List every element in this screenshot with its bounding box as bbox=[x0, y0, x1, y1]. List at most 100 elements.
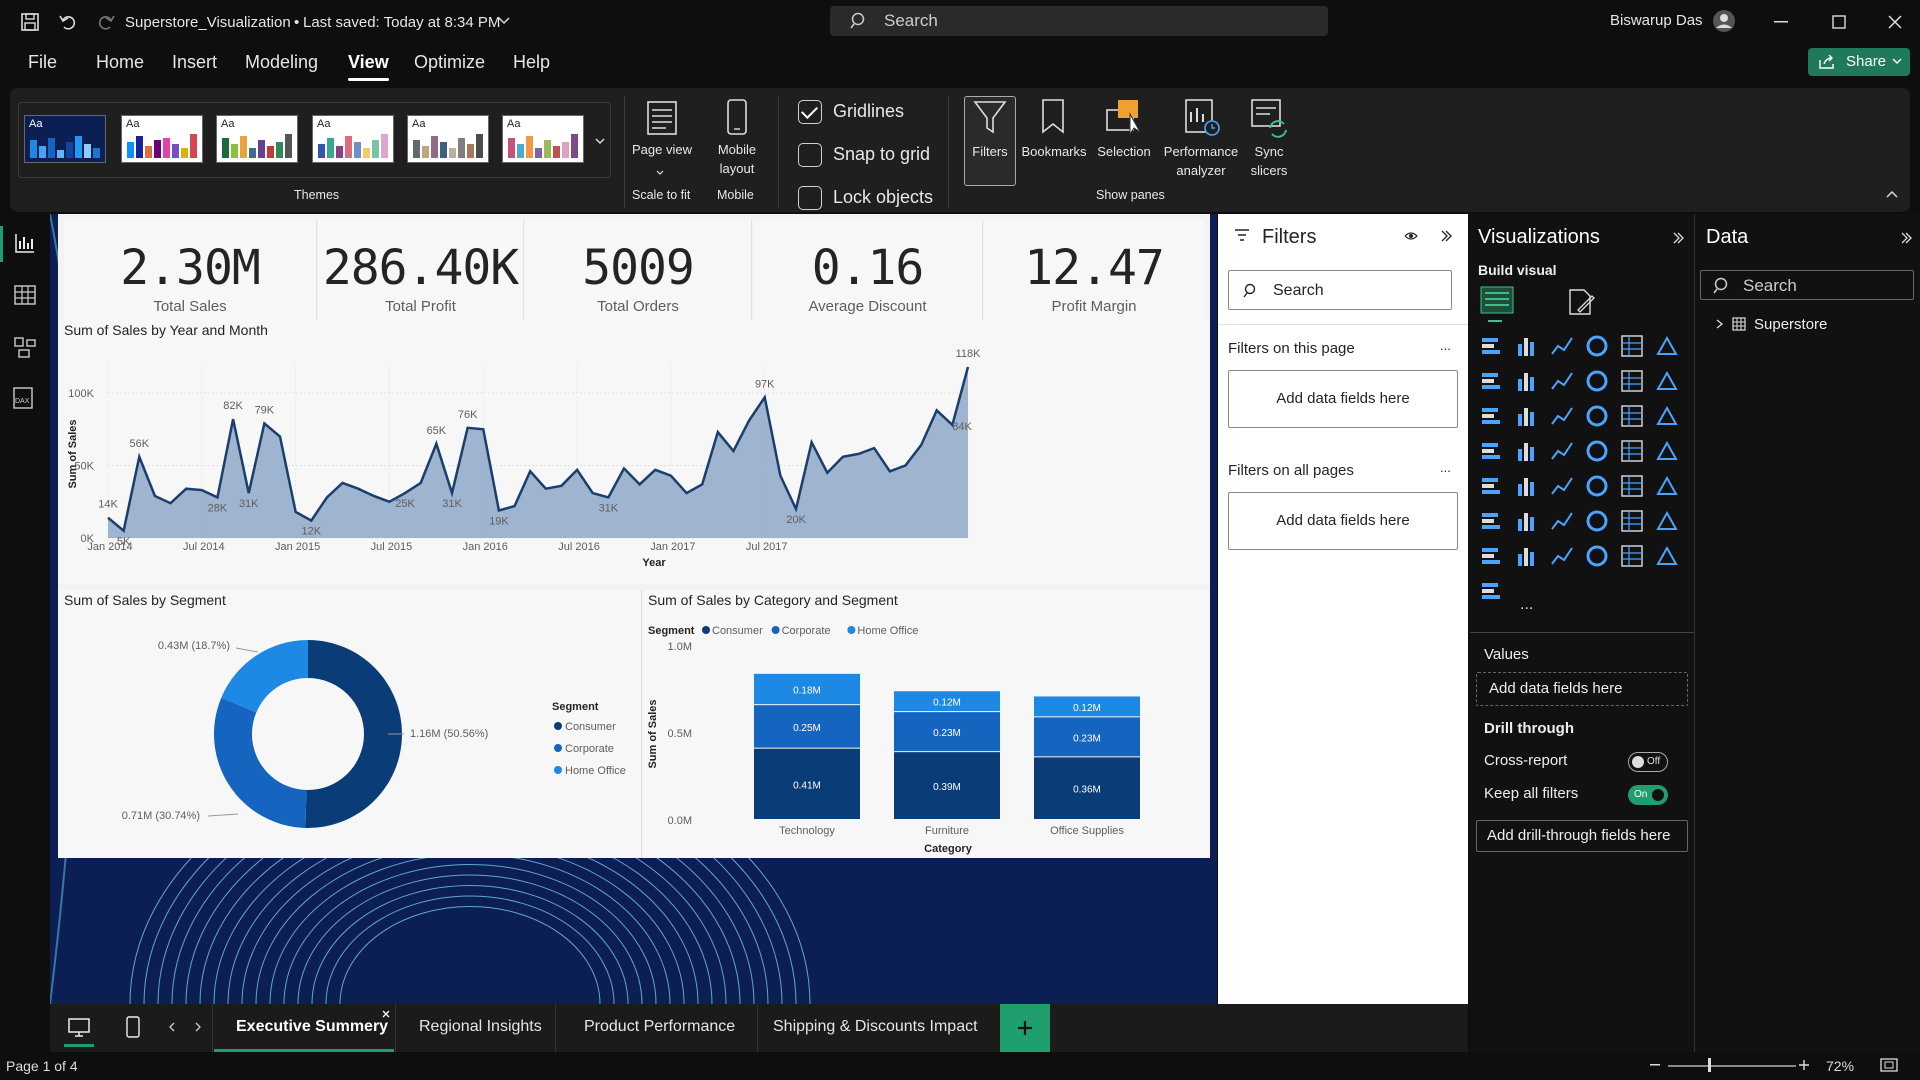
redo-icon[interactable] bbox=[96, 12, 116, 32]
table-view-icon[interactable] bbox=[14, 284, 36, 306]
bookmark-icon[interactable] bbox=[1040, 98, 1066, 136]
page-view-icon[interactable] bbox=[644, 100, 680, 136]
menu-help[interactable]: Help bbox=[513, 52, 550, 73]
menu-home[interactable]: Home bbox=[96, 52, 144, 73]
selection-icon[interactable] bbox=[1104, 98, 1144, 138]
100-column-icon[interactable] bbox=[1655, 334, 1679, 358]
more-options-icon[interactable]: ... bbox=[1440, 338, 1451, 353]
next-page-icon[interactable] bbox=[194, 1022, 202, 1032]
more-visuals-icon[interactable]: ... bbox=[1520, 596, 1533, 614]
menu-modeling[interactable]: Modeling bbox=[245, 52, 318, 73]
theme-thumb-5[interactable]: Aa bbox=[407, 115, 489, 163]
menu-view[interactable]: View bbox=[348, 52, 389, 81]
snap-to-grid-checkbox[interactable] bbox=[798, 143, 822, 167]
data-search[interactable]: Search bbox=[1700, 270, 1914, 300]
add-drill-through-field[interactable]: Add drill-through fields here bbox=[1476, 820, 1688, 852]
theme-thumb-1[interactable]: Aa bbox=[24, 115, 106, 163]
gridlines-checkbox[interactable] bbox=[798, 100, 822, 124]
zoom-in-icon[interactable] bbox=[1798, 1059, 1810, 1071]
filters-search[interactable]: Search bbox=[1228, 270, 1452, 310]
stacked-bar-icon[interactable] bbox=[1480, 334, 1504, 358]
collapse-ribbon-icon[interactable] bbox=[1886, 190, 1898, 198]
desktop-layout-icon[interactable] bbox=[68, 1018, 90, 1038]
clustered-column-icon[interactable] bbox=[1585, 334, 1609, 358]
themes-expand-icon[interactable] bbox=[595, 138, 605, 146]
maximize-icon[interactable] bbox=[1832, 15, 1846, 29]
kpi-card-average-discount[interactable]: 0.16 Average Discount bbox=[753, 220, 983, 332]
new-card-icon[interactable] bbox=[1620, 544, 1644, 568]
multi-row-card-icon[interactable] bbox=[1515, 474, 1539, 498]
treemap-icon[interactable] bbox=[1480, 439, 1504, 463]
lock-objects-checkbox[interactable] bbox=[798, 186, 822, 210]
kpi-icon[interactable] bbox=[1550, 474, 1574, 498]
kpi-card-total-sales[interactable]: 2.30M Total Sales bbox=[64, 220, 317, 332]
narrative-icon[interactable] bbox=[1655, 509, 1679, 533]
eye-icon[interactable] bbox=[1404, 230, 1418, 242]
ribbon-icon[interactable] bbox=[1655, 369, 1679, 393]
area-icon[interactable] bbox=[1515, 369, 1539, 393]
tab-regional-insights[interactable]: Regional Insights bbox=[419, 1018, 542, 1036]
100-bar-icon[interactable] bbox=[1620, 334, 1644, 358]
sync-slicers-button[interactable]: Sync slicers bbox=[1236, 142, 1302, 180]
menu-optimize[interactable]: Optimize bbox=[414, 52, 485, 73]
zoom-slider-thumb[interactable] bbox=[1708, 1058, 1711, 1072]
add-page-button[interactable] bbox=[1000, 1004, 1050, 1052]
undo-icon[interactable] bbox=[58, 12, 78, 32]
build-visual-tab-icon[interactable] bbox=[1480, 286, 1514, 316]
theme-thumb-6[interactable]: Aa bbox=[502, 115, 584, 163]
collapse-viz-icon[interactable] bbox=[1672, 232, 1684, 244]
zoom-slider[interactable] bbox=[1668, 1065, 1796, 1067]
table-superstore[interactable]: Superstore bbox=[1754, 316, 1827, 333]
metrics-icon[interactable] bbox=[1480, 544, 1504, 568]
keep-all-filters-toggle[interactable]: On bbox=[1628, 785, 1668, 805]
close-icon[interactable] bbox=[1888, 15, 1902, 29]
map-icon[interactable] bbox=[1515, 439, 1539, 463]
dax-query-view-icon[interactable]: DAX bbox=[12, 386, 38, 410]
report-view-icon[interactable] bbox=[14, 232, 36, 254]
paginated-icon[interactable] bbox=[1515, 544, 1539, 568]
power-automate-icon[interactable] bbox=[1585, 544, 1609, 568]
zoom-out-icon[interactable] bbox=[1650, 1064, 1660, 1068]
donut-icon[interactable] bbox=[1655, 404, 1679, 428]
table-icon[interactable] bbox=[1620, 474, 1644, 498]
add-page-filter-field[interactable]: Add data fields here bbox=[1228, 370, 1458, 428]
minimize-icon[interactable] bbox=[1774, 21, 1788, 23]
format-visual-tab-icon[interactable] bbox=[1566, 288, 1596, 318]
tab-shipping-discounts-impact[interactable]: Shipping & Discounts Impact bbox=[773, 1018, 978, 1036]
funnel-icon[interactable] bbox=[1550, 404, 1574, 428]
performance-analyzer-button[interactable]: Performance analyzer bbox=[1158, 142, 1244, 180]
menu-file[interactable]: File bbox=[28, 52, 57, 73]
diamond-icon[interactable] bbox=[1655, 544, 1679, 568]
theme-thumb-3[interactable]: Aa bbox=[216, 115, 298, 163]
power-apps-icon[interactable] bbox=[1550, 544, 1574, 568]
kpi-card-total-profit[interactable]: 286.40K Total Profit bbox=[318, 220, 524, 332]
matrix-icon[interactable] bbox=[1655, 474, 1679, 498]
file-name[interactable]: Superstore_Visualization bbox=[125, 14, 291, 31]
scatter-icon[interactable] bbox=[1585, 404, 1609, 428]
r-script-icon[interactable] bbox=[1480, 509, 1504, 533]
model-view-icon[interactable] bbox=[14, 336, 36, 358]
share-button[interactable]: Share bbox=[1808, 48, 1910, 76]
key-influencers-icon[interactable] bbox=[1550, 509, 1574, 533]
azure-map-icon[interactable] bbox=[1620, 439, 1644, 463]
mobile-layout-icon[interactable] bbox=[126, 1016, 140, 1038]
pie-icon[interactable] bbox=[1620, 404, 1644, 428]
cross-report-toggle[interactable]: Off bbox=[1628, 752, 1668, 772]
close-tab-icon[interactable] bbox=[382, 1010, 390, 1018]
performance-analyzer-icon[interactable] bbox=[1182, 98, 1222, 138]
funnel-2-icon[interactable] bbox=[1515, 404, 1539, 428]
100-area-icon[interactable] bbox=[1585, 369, 1609, 393]
line-column-icon[interactable] bbox=[1620, 369, 1644, 393]
mobile-layout-button[interactable]: Mobile layout bbox=[706, 140, 768, 178]
tab-executive-summery-label[interactable]: Executive Summery bbox=[236, 1018, 388, 1036]
clustered-bar-icon[interactable] bbox=[1550, 334, 1574, 358]
theme-thumb-4[interactable]: Aa bbox=[312, 115, 394, 163]
waterfall-icon[interactable] bbox=[1480, 404, 1504, 428]
selection-button[interactable]: Selection bbox=[1092, 142, 1156, 161]
menu-insert[interactable]: Insert bbox=[172, 52, 217, 73]
gauge-icon[interactable] bbox=[1655, 439, 1679, 463]
collapse-data-icon[interactable] bbox=[1900, 232, 1912, 244]
more-options-icon[interactable]: ... bbox=[1440, 460, 1451, 475]
sync-slicers-icon[interactable] bbox=[1248, 98, 1290, 138]
stacked-area-icon[interactable] bbox=[1550, 369, 1574, 393]
